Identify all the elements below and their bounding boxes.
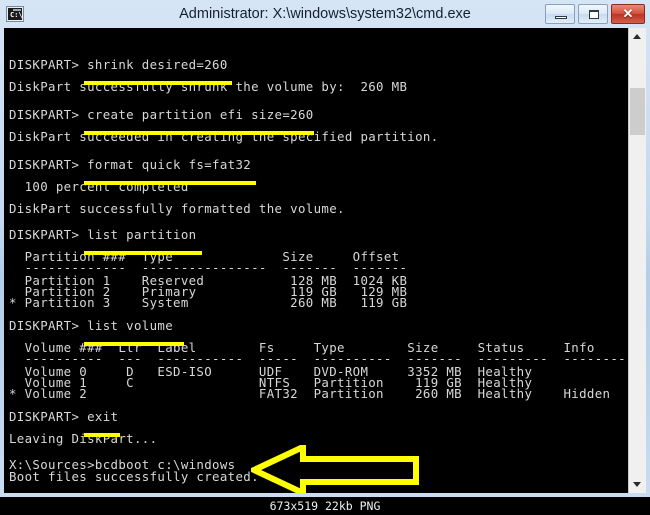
console-line: * Partition 3 System 260 MB 119 GB — [9, 295, 408, 310]
window-controls: ✕ — [545, 4, 645, 24]
command-highlight-underline — [84, 131, 314, 135]
console-line: DISKPART> list volume — [9, 318, 174, 333]
scroll-down-button[interactable] — [629, 476, 646, 493]
image-caption-bar: 673x519 22kb PNG — [0, 497, 650, 515]
console-scrollbar[interactable] — [628, 28, 646, 493]
console-line: DiskPart successfully formatted the volu… — [9, 201, 345, 216]
console-line: Boot files successfully created. — [9, 469, 259, 484]
chevron-down-icon — [633, 482, 641, 487]
command-highlight-underline — [84, 81, 232, 85]
scroll-up-button[interactable] — [629, 28, 646, 45]
console-line: DISKPART> shrink desired=260 — [9, 57, 228, 72]
console-output[interactable]: DISKPART> shrink desired=260 DiskPart suc… — [4, 28, 628, 493]
cmd-window: C:\ Administrator: X:\windows\system32\c… — [0, 0, 650, 497]
screenshot-root: C:\ Administrator: X:\windows\system32\c… — [0, 0, 650, 515]
window-titlebar[interactable]: C:\ Administrator: X:\windows\system32\c… — [0, 0, 650, 28]
console-line: DISKPART> list partition — [9, 227, 197, 242]
command-highlight-underline — [84, 181, 256, 185]
left-pointing-arrow-annotation — [251, 445, 419, 493]
minimize-icon — [555, 16, 567, 19]
maximize-button[interactable] — [578, 4, 608, 24]
maximize-icon — [589, 10, 599, 19]
console-line: DISKPART> format quick fs=fat32 — [9, 157, 252, 172]
image-caption: 673x519 22kb PNG — [269, 499, 381, 513]
command-highlight-underline — [84, 251, 202, 255]
command-highlight-underline — [84, 433, 120, 437]
scrollbar-thumb[interactable] — [630, 88, 645, 135]
close-button[interactable]: ✕ — [611, 4, 645, 24]
command-highlight-underline — [84, 342, 184, 346]
minimize-button[interactable] — [545, 4, 575, 24]
close-icon: ✕ — [622, 6, 634, 21]
console-line: * Volume 2 FAT32 Partition 260 MB Health… — [9, 386, 611, 401]
console-area: DISKPART> shrink desired=260 DiskPart suc… — [4, 28, 646, 493]
console-line: DISKPART> create partition efi size=260 — [9, 107, 314, 122]
console-line: DISKPART> exit — [9, 409, 119, 424]
chevron-up-icon — [633, 34, 641, 39]
